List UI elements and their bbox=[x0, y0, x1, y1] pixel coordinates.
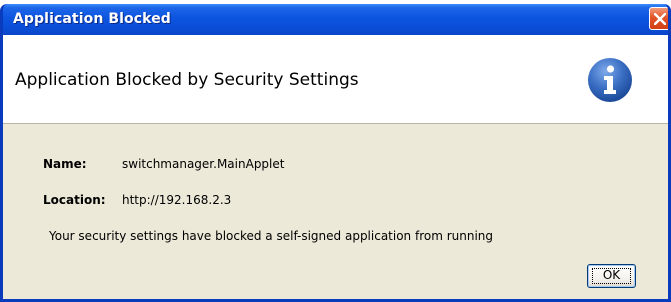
location-value: http://192.168.2.3 bbox=[122, 193, 232, 207]
title-bar[interactable]: Application Blocked bbox=[3, 4, 668, 35]
blocked-message: Your security settings have blocked a se… bbox=[49, 229, 494, 243]
dialog-window: Application Blocked Application Blocked … bbox=[0, 4, 671, 302]
location-label: Location: bbox=[43, 193, 106, 207]
close-icon bbox=[654, 13, 666, 25]
dialog-content: Name: switchmanager.MainApplet Location:… bbox=[3, 124, 668, 299]
header-panel: Application Blocked by Security Settings bbox=[3, 35, 668, 124]
header-title: Application Blocked by Security Settings bbox=[15, 70, 359, 90]
window-title: Application Blocked bbox=[13, 11, 171, 27]
ok-button-label: OK bbox=[602, 268, 621, 282]
info-icon bbox=[588, 58, 632, 102]
name-label: Name: bbox=[43, 157, 87, 171]
name-value: switchmanager.MainApplet bbox=[122, 157, 285, 171]
close-button[interactable] bbox=[649, 7, 668, 30]
ok-button[interactable]: OK bbox=[587, 264, 636, 288]
